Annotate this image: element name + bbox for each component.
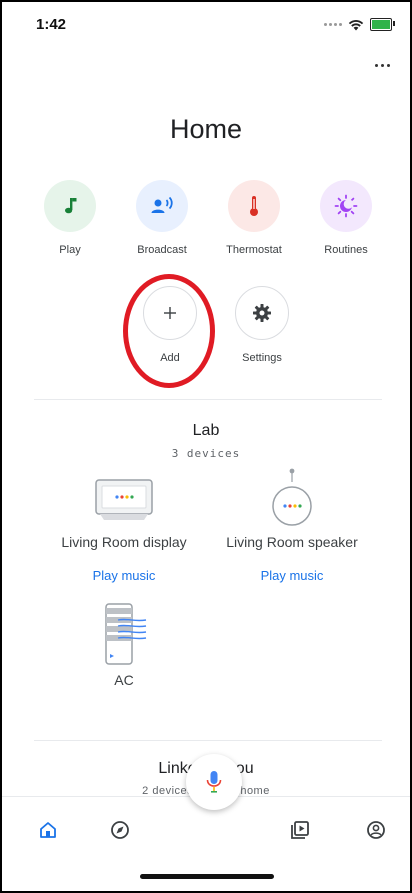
- room-title: Lab: [192, 422, 220, 439]
- add-button[interactable]: [143, 286, 197, 340]
- add-action-label: Add: [160, 352, 180, 364]
- home-indicator: [140, 874, 274, 879]
- bottom-navigation: [2, 796, 410, 891]
- thermostat-icon: [250, 196, 258, 216]
- broadcast-action-circle: [136, 180, 188, 232]
- music-note-icon: [65, 198, 77, 214]
- play-action[interactable]: Play: [30, 180, 110, 256]
- status-icons: [324, 18, 395, 31]
- nav-account[interactable]: [356, 815, 396, 845]
- device-name: Living Room speaker: [226, 534, 358, 550]
- device-name: Living Room display: [61, 534, 187, 550]
- thermostat-action-label: Thermostat: [226, 244, 282, 256]
- divider: [34, 399, 382, 400]
- settings-action-label: Settings: [242, 352, 282, 364]
- assistant-mic-button[interactable]: [186, 754, 242, 810]
- status-bar: 1:42: [2, 2, 410, 48]
- home-icon: [40, 822, 56, 838]
- app-frame: 1:42 Home Play Broadcast Thermostat Rout…: [0, 0, 412, 893]
- nav-discover[interactable]: [100, 815, 140, 845]
- secondary-actions: Add Settings: [130, 286, 310, 364]
- routines-action-label: Routines: [324, 244, 368, 256]
- play-music-link[interactable]: Play music: [93, 568, 156, 583]
- nav-home[interactable]: [28, 815, 68, 845]
- battery-icon: [370, 18, 395, 31]
- device-name: AC: [114, 672, 134, 688]
- thermostat-action[interactable]: Thermostat: [214, 180, 294, 256]
- broadcast-action-label: Broadcast: [137, 244, 187, 256]
- play-action-circle: [44, 180, 96, 232]
- status-time: 1:42: [36, 16, 67, 33]
- routines-icon: [334, 194, 358, 218]
- routines-action-circle: [320, 180, 372, 232]
- device-ac[interactable]: AC: [34, 600, 214, 688]
- wifi-icon: [348, 19, 364, 30]
- nav-media[interactable]: [280, 815, 320, 845]
- settings-action[interactable]: Settings: [222, 286, 302, 364]
- page-title: Home: [169, 114, 243, 144]
- air-conditioner-icon: [105, 603, 147, 665]
- smart-display-icon: [95, 479, 153, 520]
- add-action[interactable]: Add: [130, 286, 210, 364]
- account-icon: [367, 821, 385, 839]
- room-device-count: 3 devices: [171, 447, 241, 460]
- discover-icon: [111, 821, 129, 839]
- play-action-label: Play: [59, 244, 81, 256]
- play-music-link[interactable]: Play music: [261, 568, 324, 583]
- divider: [34, 740, 382, 741]
- device-living-room-speaker[interactable]: Living Room speaker Play music: [202, 468, 382, 583]
- microphone-icon: [206, 771, 222, 793]
- settings-button[interactable]: [235, 286, 289, 340]
- routines-action[interactable]: Routines: [306, 180, 386, 256]
- plus-icon: [164, 307, 176, 319]
- device-living-room-display[interactable]: Living Room display Play music: [34, 476, 214, 583]
- quick-actions: Play Broadcast Thermostat Routines: [30, 180, 386, 256]
- thermostat-action-circle: [228, 180, 280, 232]
- signal-icon: [324, 23, 342, 26]
- broadcast-action[interactable]: Broadcast: [122, 180, 202, 256]
- media-icon: [291, 821, 309, 839]
- gear-icon: [253, 304, 271, 322]
- smart-speaker-icon: [272, 468, 312, 526]
- broadcast-icon: [151, 196, 173, 213]
- more-options-button[interactable]: [375, 64, 390, 67]
